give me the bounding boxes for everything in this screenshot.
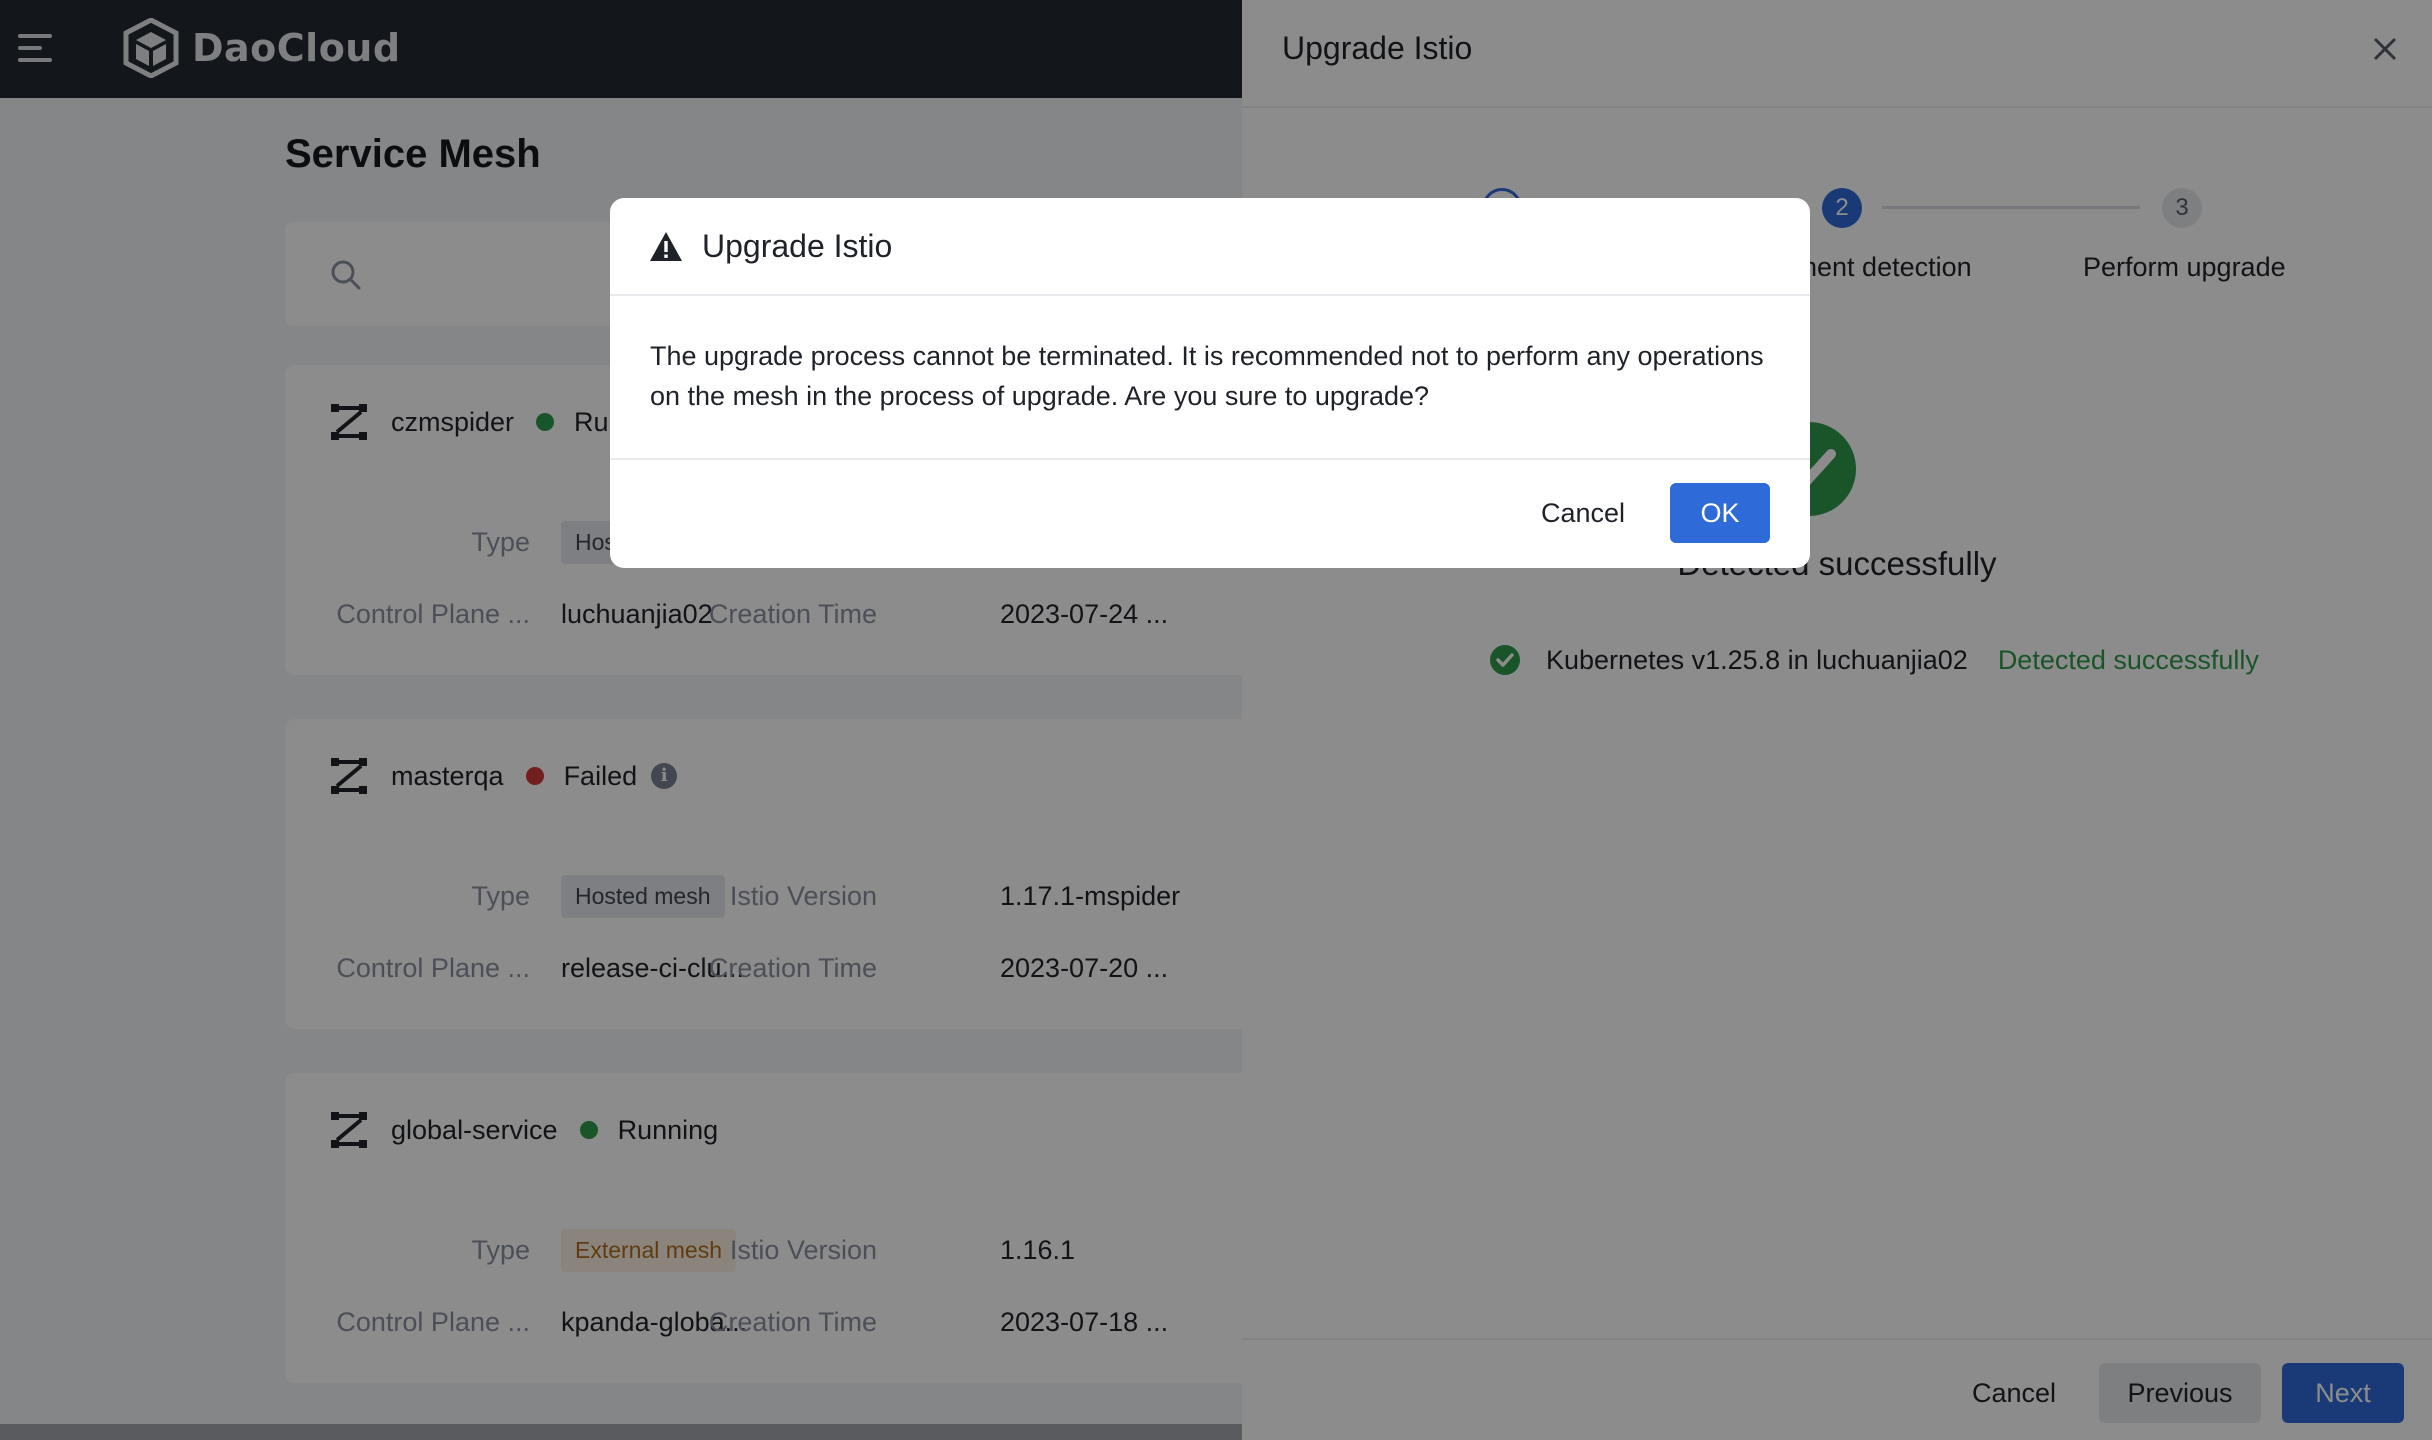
dialog-ok-button[interactable]: OK bbox=[1670, 483, 1770, 543]
warning-icon bbox=[650, 232, 682, 261]
dialog-cancel-button[interactable]: Cancel bbox=[1524, 483, 1642, 543]
confirm-upgrade-dialog: Upgrade Istio The upgrade process cannot… bbox=[610, 198, 1810, 568]
dialog-header: Upgrade Istio bbox=[610, 198, 1810, 296]
dialog-message: The upgrade process cannot be terminated… bbox=[650, 341, 1764, 411]
dialog-divider bbox=[610, 458, 1810, 460]
dialog-title: Upgrade Istio bbox=[702, 228, 893, 264]
